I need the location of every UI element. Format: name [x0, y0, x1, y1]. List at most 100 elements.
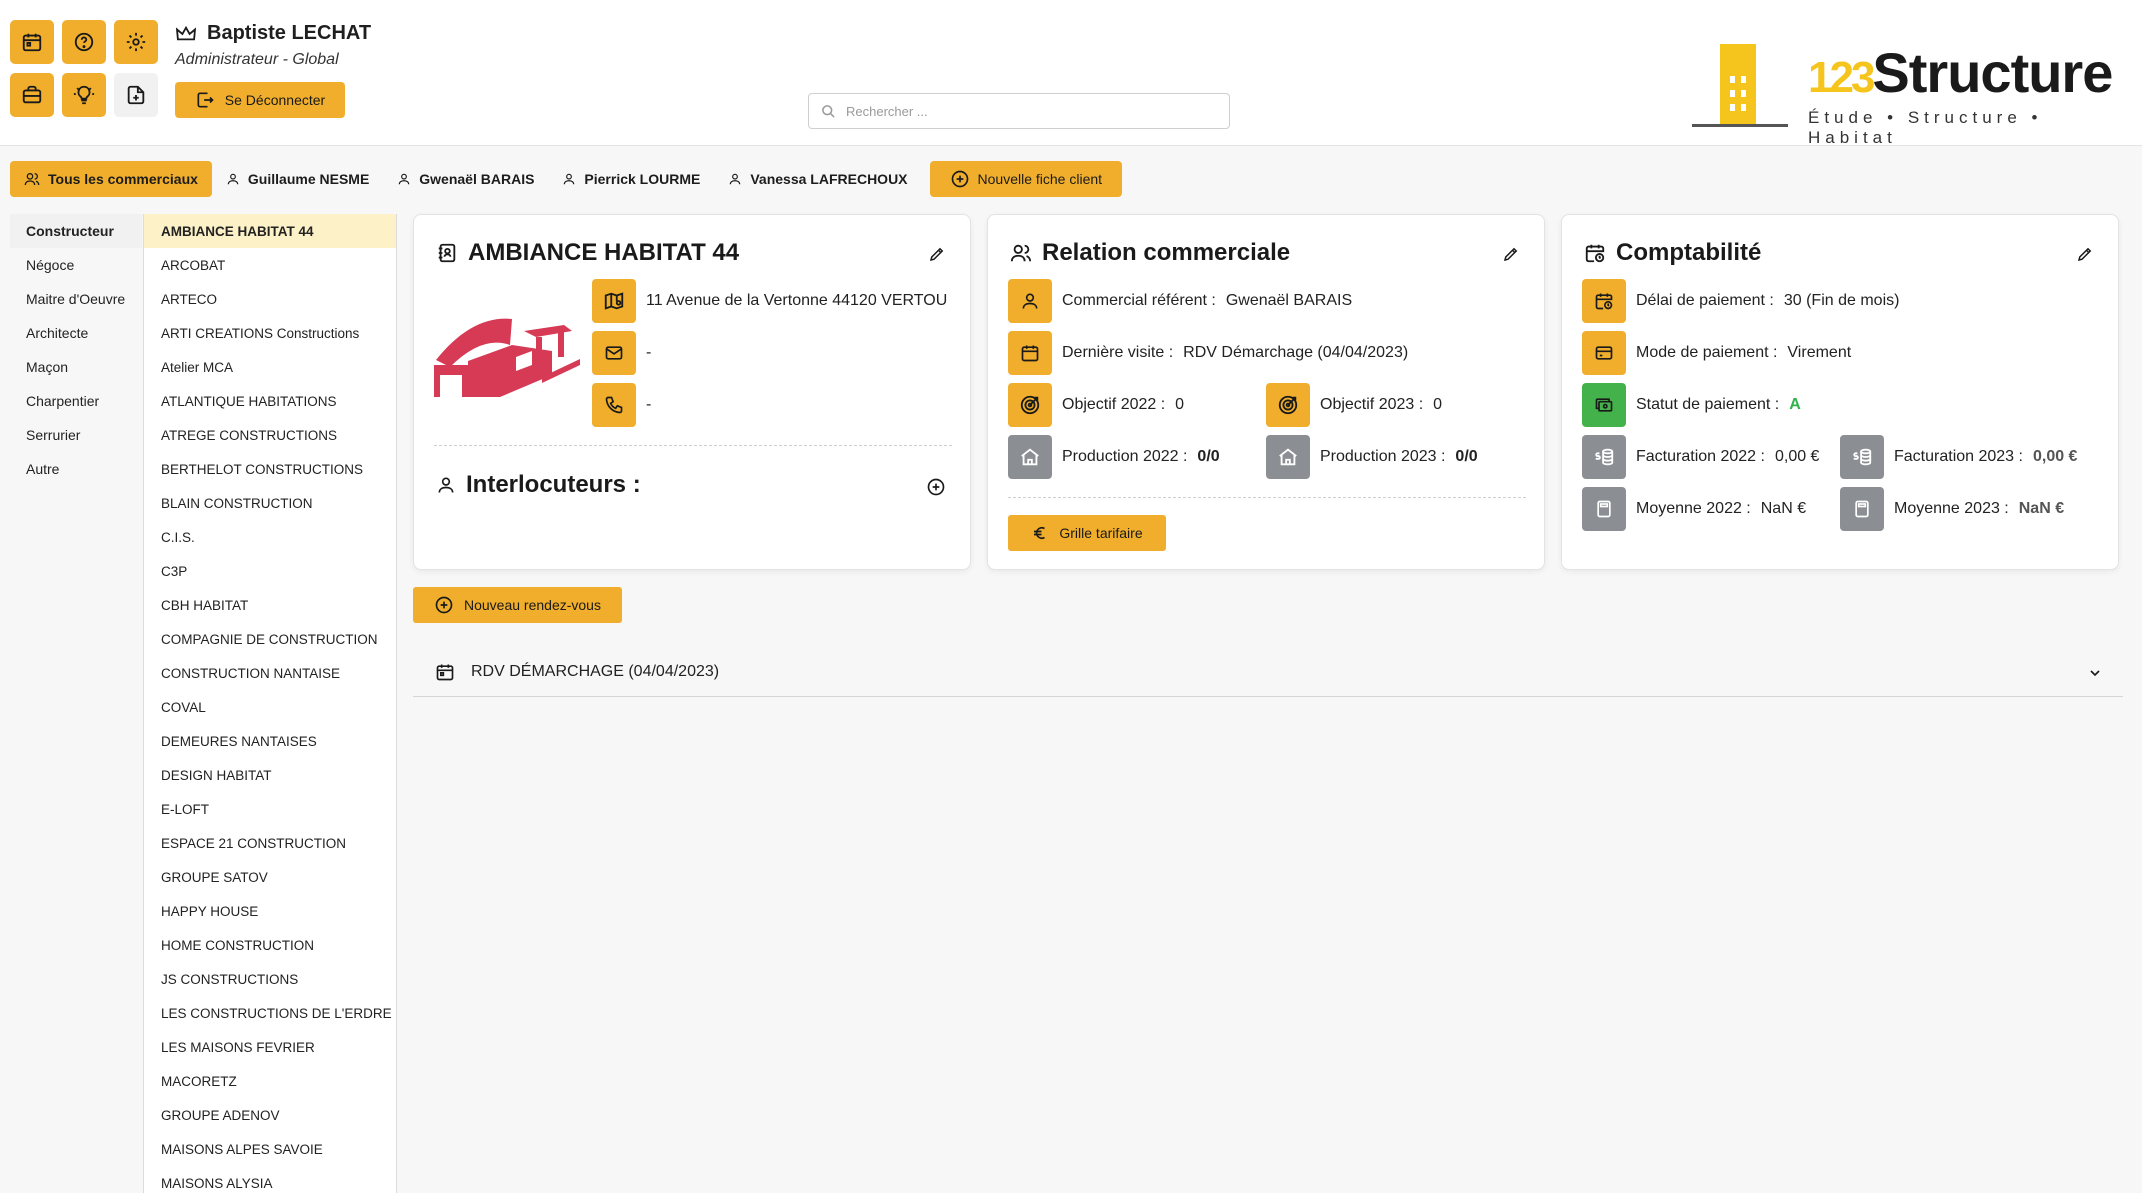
payment-status-value: A: [1789, 396, 1801, 413]
logout-button[interactable]: Se Déconnecter: [175, 82, 345, 118]
client-item[interactable]: GROUPE ADENOV: [144, 1098, 396, 1132]
house-icon: [1279, 448, 1297, 466]
new-document-button[interactable]: [114, 73, 158, 117]
tab-all-commercials[interactable]: Tous les commerciaux: [10, 161, 212, 197]
client-item[interactable]: C3P: [144, 554, 396, 588]
user-name-row: Baptiste LECHAT: [175, 22, 371, 45]
tab-commercial-lafrechoux[interactable]: Vanessa LAFRECHOUX: [714, 161, 921, 197]
client-item[interactable]: ARCOBAT: [144, 248, 396, 282]
client-item[interactable]: CONSTRUCTION NANTAISE: [144, 656, 396, 690]
search-box[interactable]: [808, 93, 1230, 129]
coins-icon: [1853, 448, 1872, 466]
client-item[interactable]: JS CONSTRUCTIONS: [144, 962, 396, 996]
target-icon: [1278, 395, 1298, 415]
new-client-button[interactable]: Nouvelle fiche client: [929, 161, 1123, 197]
search-icon: [822, 104, 835, 118]
search-input[interactable]: [846, 103, 1206, 119]
tab-label: Gwenaël BARAIS: [419, 171, 535, 187]
production-icon-box: [1266, 435, 1310, 479]
client-item[interactable]: AMBIANCE HABITAT 44: [144, 214, 396, 248]
production-2022-row: Production 2022 : 0/0: [1008, 435, 1220, 479]
new-appointment-button[interactable]: Nouveau rendez-vous: [413, 587, 622, 623]
target-icon: [1020, 395, 1040, 415]
client-item[interactable]: Atelier MCA: [144, 350, 396, 384]
appointment-item[interactable]: RDV DÉMARCHAGE (04/04/2023): [413, 647, 2123, 697]
client-name: AMBIANCE HABITAT 44: [468, 239, 740, 266]
client-item[interactable]: ATLANTIQUE HABITATIONS: [144, 384, 396, 418]
briefcase-button[interactable]: [10, 73, 54, 117]
top-header: Baptiste LECHAT Administrateur - Global …: [0, 0, 2142, 147]
client-item[interactable]: MAISONS ALYSIA: [144, 1166, 396, 1193]
client-item[interactable]: MACORETZ: [144, 1064, 396, 1098]
category-item[interactable]: Autre: [10, 452, 142, 486]
phone-icon-box[interactable]: [592, 383, 636, 427]
client-item[interactable]: DESIGN HABITAT: [144, 758, 396, 792]
client-item[interactable]: ESPACE 21 CONSTRUCTION: [144, 826, 396, 860]
client-item[interactable]: HAPPY HOUSE: [144, 894, 396, 928]
calendar-clock-icon: [1585, 244, 1605, 263]
client-item[interactable]: MAISONS ALPES SAVOIE: [144, 1132, 396, 1166]
client-item[interactable]: CBH HABITAT: [144, 588, 396, 622]
add-interlocutor-button[interactable]: [926, 477, 946, 497]
category-item[interactable]: Maitre d'Oeuvre: [10, 282, 142, 316]
category-item[interactable]: Charpentier: [10, 384, 142, 418]
cash-icon: [1595, 398, 1613, 412]
client-item[interactable]: LES MAISONS FEVRIER: [144, 1030, 396, 1064]
payment-mode-row: Mode de paiement : Virement: [1582, 331, 1851, 375]
logo-word: Structure: [1872, 41, 2113, 104]
category-item[interactable]: Constructeur: [10, 214, 142, 248]
idea-button[interactable]: [62, 73, 106, 117]
client-item[interactable]: C.I.S.: [144, 520, 396, 554]
plus-circle-icon: [927, 478, 945, 496]
client-item[interactable]: COVAL: [144, 690, 396, 724]
email-icon-box[interactable]: [592, 331, 636, 375]
billing-2023-label: Facturation 2023 :: [1894, 448, 2023, 465]
address-row: 11 Avenue de la Vertonne 44120 VERTOU: [592, 279, 947, 323]
user-icon: [399, 173, 410, 185]
tab-commercial-nesme[interactable]: Guillaume NESME: [212, 161, 383, 197]
average-icon-box: [1582, 487, 1626, 531]
client-item[interactable]: BERTHELOT CONSTRUCTIONS: [144, 452, 396, 486]
payment-delay-label: Délai de paiement :: [1636, 292, 1774, 309]
edit-client-button[interactable]: [928, 245, 946, 263]
company-logo: 123Structure Étude • Structure • Habitat: [1690, 40, 2120, 147]
settings-button[interactable]: [114, 20, 158, 64]
client-item[interactable]: ARTI CREATIONS Constructions: [144, 316, 396, 350]
client-item[interactable]: ARTECO: [144, 282, 396, 316]
logo-tagline: Étude • Structure • Habitat: [1808, 108, 2043, 147]
client-card: AMBIANCE HABITAT 44 11 Avenue de la Vert…: [413, 214, 971, 570]
category-item[interactable]: Serrurier: [10, 418, 142, 452]
payment-mode-icon-box: [1582, 331, 1626, 375]
pencil-icon: [2077, 247, 2092, 262]
price-grid-button[interactable]: Grille tarifaire: [1008, 515, 1166, 551]
file-add-icon: [127, 85, 145, 105]
client-item[interactable]: COMPAGNIE DE CONSTRUCTION: [144, 622, 396, 656]
accounting-card: Comptabilité Délai de paiement : 30 (Fin…: [1561, 214, 2119, 570]
card-divider: [1008, 497, 1526, 498]
last-visit-row: Dernière visite : RDV Démarchage (04/04/…: [1008, 331, 1408, 375]
chevron-down-icon[interactable]: [2087, 665, 2103, 681]
client-item[interactable]: ATREGE CONSTRUCTIONS: [144, 418, 396, 452]
client-item[interactable]: DEMEURES NANTAISES: [144, 724, 396, 758]
client-item[interactable]: BLAIN CONSTRUCTION: [144, 486, 396, 520]
help-icon: [74, 32, 94, 52]
client-logo: [434, 318, 580, 397]
production-icon-box: [1008, 435, 1052, 479]
edit-accounting-button[interactable]: [2076, 245, 2094, 263]
category-item[interactable]: Maçon: [10, 350, 142, 384]
tab-commercial-barais[interactable]: Gwenaël BARAIS: [383, 161, 548, 197]
client-item[interactable]: HOME CONSTRUCTION: [144, 928, 396, 962]
calendar-button[interactable]: [10, 20, 54, 64]
user-icon: [730, 173, 741, 185]
tab-commercial-lourme[interactable]: Pierrick LOURME: [548, 161, 714, 197]
client-item[interactable]: GROUPE SATOV: [144, 860, 396, 894]
category-item[interactable]: Architecte: [10, 316, 142, 350]
plus-circle-icon: [435, 596, 453, 614]
client-item[interactable]: LES CONSTRUCTIONS DE L'ERDRE: [144, 996, 396, 1030]
email-row: -: [592, 331, 651, 375]
calculator-icon: [1855, 500, 1869, 518]
help-button[interactable]: [62, 20, 106, 64]
edit-relation-button[interactable]: [1502, 245, 1520, 263]
category-item[interactable]: Négoce: [10, 248, 142, 282]
client-item[interactable]: E-LOFT: [144, 792, 396, 826]
